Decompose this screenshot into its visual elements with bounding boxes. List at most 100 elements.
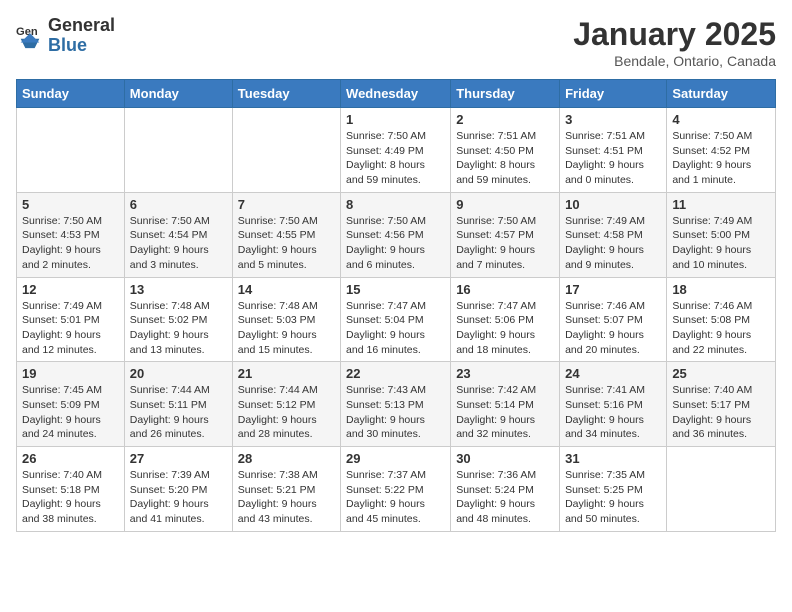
- calendar-cell: 23Sunrise: 7:42 AM Sunset: 5:14 PM Dayli…: [451, 362, 560, 447]
- day-info: Sunrise: 7:40 AM Sunset: 5:18 PM Dayligh…: [22, 468, 119, 527]
- day-info: Sunrise: 7:51 AM Sunset: 4:51 PM Dayligh…: [565, 129, 661, 188]
- day-info: Sunrise: 7:50 AM Sunset: 4:57 PM Dayligh…: [456, 214, 554, 273]
- calendar-cell: 2 Sunrise: 7:51 AM Sunset: 4:50 PM Daylig…: [451, 108, 560, 193]
- week-row-1: 1 Sunrise: 7:50 AM Sunset: 4:49 PM Daylig…: [17, 108, 776, 193]
- calendar-cell: [667, 447, 776, 532]
- calendar-cell: [232, 108, 340, 193]
- day-info: Sunrise: 7:41 AM Sunset: 5:16 PM Dayligh…: [565, 383, 661, 442]
- day-info: Sunrise: 7:37 AM Sunset: 5:22 PM Dayligh…: [346, 468, 445, 527]
- weekday-header-saturday: Saturday: [667, 80, 776, 108]
- day-info: Sunrise: 7:46 AM Sunset: 5:08 PM Dayligh…: [672, 299, 770, 358]
- day-number: 24: [565, 366, 661, 381]
- day-number: 3: [565, 112, 661, 127]
- calendar-cell: 21 Sunrise: 7:44 AM Sunset: 5:12 PM Dayli…: [232, 362, 340, 447]
- day-info: Sunrise: 7:38 AM Sunset: 5:21 PM Dayligh…: [238, 468, 335, 527]
- calendar-cell: 7 Sunrise: 7:50 AM Sunset: 4:55 PM Daylig…: [232, 192, 340, 277]
- title-block: January 2025 Bendale, Ontario, Canada: [573, 16, 776, 69]
- day-number: 14: [238, 282, 335, 297]
- weekday-header-tuesday: Tuesday: [232, 80, 340, 108]
- day-number: 30: [456, 451, 554, 466]
- calendar-cell: 9 Sunrise: 7:50 AM Sunset: 4:57 PM Daylig…: [451, 192, 560, 277]
- calendar-table: SundayMondayTuesdayWednesdayThursdayFrid…: [16, 79, 776, 532]
- day-info: Sunrise: 7:50 AM Sunset: 4:53 PM Dayligh…: [22, 214, 119, 273]
- calendar-cell: 3 Sunrise: 7:51 AM Sunset: 4:51 PM Daylig…: [560, 108, 667, 193]
- calendar-cell: 16 Sunrise: 7:47 AM Sunset: 5:06 PM Dayli…: [451, 277, 560, 362]
- calendar-cell: 26 Sunrise: 7:40 AM Sunset: 5:18 PM Dayli…: [17, 447, 125, 532]
- calendar-cell: [17, 108, 125, 193]
- day-number: 31: [565, 451, 661, 466]
- day-number: 11: [672, 197, 770, 212]
- calendar-cell: 8 Sunrise: 7:50 AM Sunset: 4:56 PM Daylig…: [341, 192, 451, 277]
- day-info: Sunrise: 7:50 AM Sunset: 4:52 PM Dayligh…: [672, 129, 770, 188]
- logo: Gen General Blue: [16, 16, 115, 56]
- day-number: 20: [130, 366, 227, 381]
- day-info: Sunrise: 7:44 AM Sunset: 5:11 PM Dayligh…: [130, 383, 227, 442]
- day-info: Sunrise: 7:49 AM Sunset: 5:00 PM Dayligh…: [672, 214, 770, 273]
- day-info: Sunrise: 7:50 AM Sunset: 4:56 PM Dayligh…: [346, 214, 445, 273]
- day-number: 2: [456, 112, 554, 127]
- day-info: Sunrise: 7:51 AM Sunset: 4:50 PM Dayligh…: [456, 129, 554, 188]
- week-row-2: 5Sunrise: 7:50 AM Sunset: 4:53 PM Daylig…: [17, 192, 776, 277]
- day-number: 26: [22, 451, 119, 466]
- week-row-3: 12 Sunrise: 7:49 AM Sunset: 5:01 PM Dayli…: [17, 277, 776, 362]
- day-number: 17: [565, 282, 661, 297]
- day-number: 29: [346, 451, 445, 466]
- day-number: 27: [130, 451, 227, 466]
- calendar-cell: 24 Sunrise: 7:41 AM Sunset: 5:16 PM Dayli…: [560, 362, 667, 447]
- day-number: 1: [346, 112, 445, 127]
- calendar-cell: 12 Sunrise: 7:49 AM Sunset: 5:01 PM Dayli…: [17, 277, 125, 362]
- day-number: 19: [22, 366, 119, 381]
- calendar-cell: 22 Sunrise: 7:43 AM Sunset: 5:13 PM Dayli…: [341, 362, 451, 447]
- day-info: Sunrise: 7:49 AM Sunset: 5:01 PM Dayligh…: [22, 299, 119, 358]
- day-info: Sunrise: 7:45 AM Sunset: 5:09 PM Dayligh…: [22, 383, 119, 442]
- week-row-5: 26 Sunrise: 7:40 AM Sunset: 5:18 PM Dayli…: [17, 447, 776, 532]
- day-number: 28: [238, 451, 335, 466]
- calendar-cell: 5Sunrise: 7:50 AM Sunset: 4:53 PM Daylig…: [17, 192, 125, 277]
- day-info: Sunrise: 7:48 AM Sunset: 5:02 PM Dayligh…: [130, 299, 227, 358]
- day-number: 12: [22, 282, 119, 297]
- weekday-header-friday: Friday: [560, 80, 667, 108]
- day-info: Sunrise: 7:47 AM Sunset: 5:04 PM Dayligh…: [346, 299, 445, 358]
- calendar-cell: 25Sunrise: 7:40 AM Sunset: 5:17 PM Dayli…: [667, 362, 776, 447]
- day-number: 7: [238, 197, 335, 212]
- day-number: 10: [565, 197, 661, 212]
- day-info: Sunrise: 7:46 AM Sunset: 5:07 PM Dayligh…: [565, 299, 661, 358]
- day-number: 22: [346, 366, 445, 381]
- calendar-cell: [124, 108, 232, 193]
- day-info: Sunrise: 7:50 AM Sunset: 4:55 PM Dayligh…: [238, 214, 335, 273]
- calendar-cell: 15Sunrise: 7:47 AM Sunset: 5:04 PM Dayli…: [341, 277, 451, 362]
- calendar-cell: 31 Sunrise: 7:35 AM Sunset: 5:25 PM Dayli…: [560, 447, 667, 532]
- day-info: Sunrise: 7:44 AM Sunset: 5:12 PM Dayligh…: [238, 383, 335, 442]
- day-info: Sunrise: 7:39 AM Sunset: 5:20 PM Dayligh…: [130, 468, 227, 527]
- calendar-cell: 20 Sunrise: 7:44 AM Sunset: 5:11 PM Dayli…: [124, 362, 232, 447]
- weekday-header-wednesday: Wednesday: [341, 80, 451, 108]
- day-info: Sunrise: 7:50 AM Sunset: 4:49 PM Dayligh…: [346, 129, 445, 188]
- calendar-cell: 4Sunrise: 7:50 AM Sunset: 4:52 PM Daylig…: [667, 108, 776, 193]
- weekday-header-sunday: Sunday: [17, 80, 125, 108]
- day-info: Sunrise: 7:47 AM Sunset: 5:06 PM Dayligh…: [456, 299, 554, 358]
- calendar-cell: 18Sunrise: 7:46 AM Sunset: 5:08 PM Dayli…: [667, 277, 776, 362]
- day-info: Sunrise: 7:42 AM Sunset: 5:14 PM Dayligh…: [456, 383, 554, 442]
- calendar-cell: 11 Sunrise: 7:49 AM Sunset: 5:00 PM Dayli…: [667, 192, 776, 277]
- day-info: Sunrise: 7:43 AM Sunset: 5:13 PM Dayligh…: [346, 383, 445, 442]
- day-info: Sunrise: 7:36 AM Sunset: 5:24 PM Dayligh…: [456, 468, 554, 527]
- calendar-cell: 27 Sunrise: 7:39 AM Sunset: 5:20 PM Dayli…: [124, 447, 232, 532]
- day-info: Sunrise: 7:49 AM Sunset: 4:58 PM Dayligh…: [565, 214, 661, 273]
- page-header: Gen General Blue January 2025 Bendale, O…: [16, 16, 776, 69]
- weekday-header-row: SundayMondayTuesdayWednesdayThursdayFrid…: [17, 80, 776, 108]
- calendar-cell: 28 Sunrise: 7:38 AM Sunset: 5:21 PM Dayli…: [232, 447, 340, 532]
- day-number: 16: [456, 282, 554, 297]
- day-info: Sunrise: 7:35 AM Sunset: 5:25 PM Dayligh…: [565, 468, 661, 527]
- location: Bendale, Ontario, Canada: [573, 53, 776, 69]
- calendar-cell: 29 Sunrise: 7:37 AM Sunset: 5:22 PM Dayli…: [341, 447, 451, 532]
- day-number: 9: [456, 197, 554, 212]
- weekday-header-thursday: Thursday: [451, 80, 560, 108]
- calendar-cell: 10 Sunrise: 7:49 AM Sunset: 4:58 PM Dayli…: [560, 192, 667, 277]
- day-number: 8: [346, 197, 445, 212]
- day-info: Sunrise: 7:40 AM Sunset: 5:17 PM Dayligh…: [672, 383, 770, 442]
- calendar-cell: 30 Sunrise: 7:36 AM Sunset: 5:24 PM Dayli…: [451, 447, 560, 532]
- logo-general-text: General: [48, 16, 115, 36]
- day-number: 21: [238, 366, 335, 381]
- day-info: Sunrise: 7:48 AM Sunset: 5:03 PM Dayligh…: [238, 299, 335, 358]
- calendar-cell: 14 Sunrise: 7:48 AM Sunset: 5:03 PM Dayli…: [232, 277, 340, 362]
